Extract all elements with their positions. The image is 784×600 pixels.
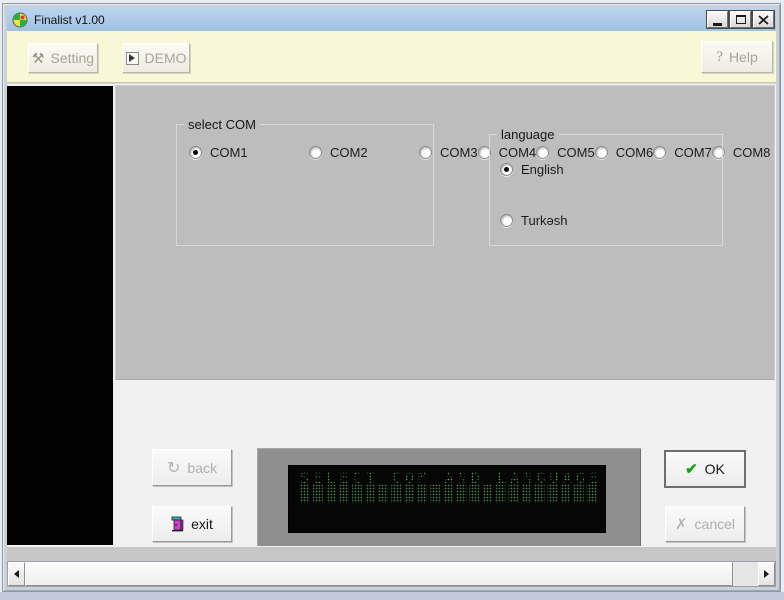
scroll-left-icon: [14, 570, 19, 578]
radio-circle-com2: [309, 146, 322, 159]
titlebar: Finalist v1.00: [7, 8, 776, 31]
help-button[interactable]: ? Help: [701, 41, 773, 73]
scroll-right-button[interactable]: [758, 562, 775, 586]
cancel-button[interactable]: ✗ cancel: [665, 506, 745, 542]
exit-door-icon: [171, 516, 184, 532]
app-logo-icon: [12, 12, 28, 28]
close-button[interactable]: [753, 11, 774, 28]
select-com-groupbox: select COM COM1 COM2: [176, 124, 434, 246]
demo-button[interactable]: DEMO: [122, 43, 190, 73]
led-display-frame: SELECT COM AND LANGUAGE ████████████████…: [257, 448, 641, 547]
maximize-button[interactable]: [730, 11, 751, 28]
app-window: Finalist v1.00 ⚒ Setting DEMO: [2, 3, 781, 592]
radio-com1[interactable]: COM1: [189, 139, 309, 166]
radio-circle-english: [500, 163, 513, 176]
radio-circle-com3: [419, 146, 432, 159]
radio-label-com8: COM8: [733, 145, 771, 160]
led-display-screen: SELECT COM AND LANGUAGE ████████████████…: [288, 465, 606, 533]
radio-label-com2: COM2: [330, 145, 368, 160]
desktop-background-strip: [0, 592, 784, 600]
radio-label-english: English: [521, 162, 564, 177]
ok-label: OK: [705, 461, 725, 477]
setting-label: Setting: [50, 50, 94, 66]
minimize-button[interactable]: [707, 11, 728, 28]
maximize-icon: [736, 15, 746, 24]
check-icon: ✔: [685, 460, 698, 478]
cancel-x-icon: ✗: [675, 515, 688, 533]
back-arrows-icon: ↻: [167, 458, 180, 478]
select-com-group-title: select COM: [184, 117, 260, 132]
settings-panel: select COM COM1 COM2: [115, 85, 775, 380]
setting-tool-icon: ⚒: [32, 50, 45, 67]
cancel-label: cancel: [695, 516, 735, 532]
toolbar: ⚒ Setting DEMO ? Help: [7, 31, 776, 83]
demo-label: DEMO: [145, 50, 187, 66]
horizontal-scrollbar[interactable]: [7, 561, 776, 587]
exit-button[interactable]: exit: [152, 506, 232, 542]
bottom-gray-strip: [7, 546, 776, 561]
back-button[interactable]: ↻ back: [152, 449, 232, 486]
language-group-title: language: [497, 127, 559, 142]
exit-label: exit: [191, 516, 213, 532]
play-icon: [126, 52, 139, 65]
radio-label-turkish: Turkəsh: [521, 213, 567, 228]
scrollbar-thumb[interactable]: [25, 562, 733, 586]
radio-com3[interactable]: COM3: [419, 139, 478, 166]
radio-circle-com1: [189, 146, 202, 159]
setting-button[interactable]: ⚒ Setting: [28, 43, 98, 73]
close-icon: [758, 15, 769, 25]
scrollbar-track[interactable]: [733, 562, 758, 586]
window-title: Finalist v1.00: [34, 13, 105, 27]
radio-english[interactable]: English: [500, 162, 564, 177]
language-groupbox: language English Turkəsh: [489, 134, 723, 246]
scroll-left-button[interactable]: [8, 562, 25, 586]
client-area: select COM COM1 COM2: [7, 83, 776, 546]
scroll-right-icon: [764, 570, 769, 578]
radio-label-com3: COM3: [440, 145, 478, 160]
minimize-icon: [713, 23, 722, 26]
question-icon: ?: [716, 49, 723, 66]
left-black-panel: [7, 86, 113, 545]
radio-circle-turkish: [500, 214, 513, 227]
led-message-line2: ███████████████████████: [300, 484, 600, 503]
radio-com2[interactable]: COM2: [309, 139, 419, 166]
main-area: select COM COM1 COM2: [114, 84, 776, 546]
ok-button[interactable]: ✔ OK: [665, 451, 745, 487]
radio-label-com1: COM1: [210, 145, 248, 160]
radio-turkish[interactable]: Turkəsh: [500, 213, 567, 228]
help-label: Help: [729, 49, 758, 65]
back-label: back: [187, 460, 217, 476]
